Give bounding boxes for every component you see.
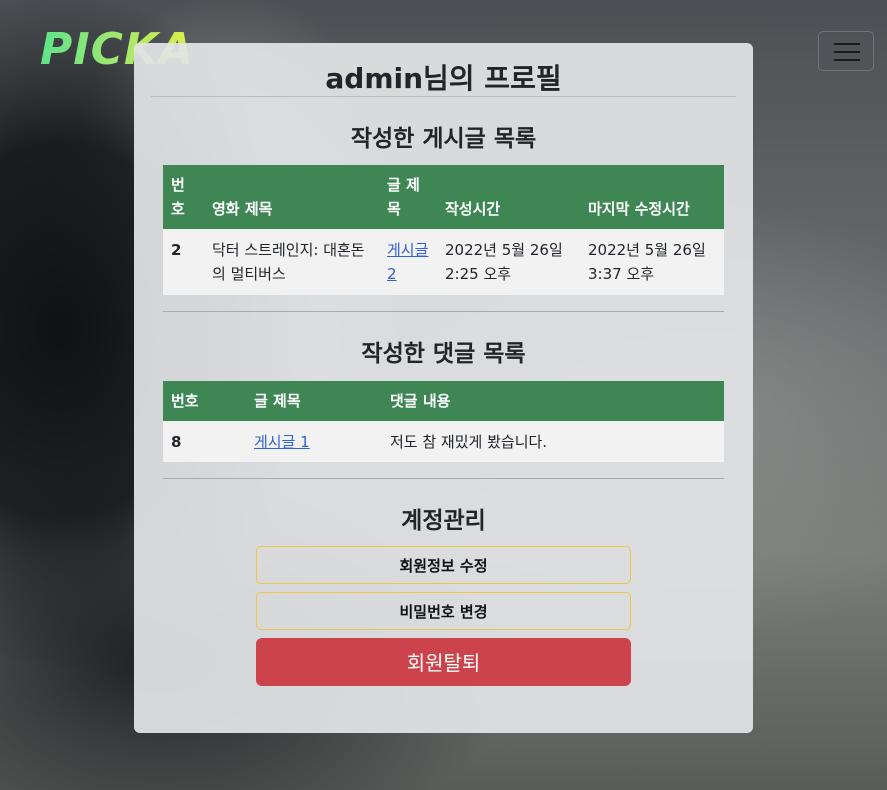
column-header: 번호 [163, 381, 246, 421]
created-time: 2022년 5월 26일 2:25 오후 [437, 229, 580, 295]
updated-time: 2022년 5월 26일 3:37 오후 [580, 229, 724, 295]
column-header: 글 제목 [246, 381, 382, 421]
comment-content: 저도 참 재밌게 봤습니다. [382, 421, 724, 462]
withdraw-button[interactable]: 회원탈퇴 [256, 638, 631, 686]
table-row: 2 닥터 스트레인지: 대혼돈의 멀티버스 게시글 2 2022년 5월 26일… [163, 229, 724, 295]
table-header-row: 번호 영화 제목 글 제목 작성시간 마지막 수정시간 [163, 165, 724, 229]
comments-section-title: 작성한 댓글 목록 [361, 341, 526, 367]
comment-number: 8 [163, 421, 246, 462]
column-header: 영화 제목 [204, 165, 379, 229]
account-section-title: 계정관리 [401, 508, 486, 534]
table-row: 8 게시글 1 저도 참 재밌게 봤습니다. [163, 421, 724, 462]
column-header: 작성시간 [437, 165, 580, 229]
comment-post-link[interactable]: 게시글 1 [254, 433, 310, 451]
movie-title: 닥터 스트레인지: 대혼돈의 멀티버스 [204, 229, 379, 295]
change-password-button[interactable]: 비밀번호 변경 [256, 592, 631, 630]
post-title-link[interactable]: 게시글 2 [387, 241, 428, 283]
comments-table: 번호 글 제목 댓글 내용 8 게시글 1 저도 참 재밌게 봤습니다. [163, 381, 724, 462]
post-number: 2 [163, 229, 204, 295]
column-header: 마지막 수정시간 [580, 165, 724, 229]
profile-card: admin님의 프로필 작성한 게시글 목록 번호 영화 제목 글 제목 작성시… [134, 43, 753, 733]
page-title: admin님의 프로필 [325, 62, 562, 95]
column-header: 글 제목 [379, 165, 437, 229]
posts-section-title: 작성한 게시글 목록 [350, 126, 537, 152]
column-header: 댓글 내용 [382, 381, 724, 421]
menu-toggle-button[interactable] [818, 31, 874, 71]
edit-profile-button[interactable]: 회원정보 수정 [256, 546, 631, 584]
posts-table: 번호 영화 제목 글 제목 작성시간 마지막 수정시간 2 닥터 스트레인지: … [163, 165, 724, 295]
column-header: 번호 [163, 165, 204, 229]
table-header-row: 번호 글 제목 댓글 내용 [163, 381, 724, 421]
